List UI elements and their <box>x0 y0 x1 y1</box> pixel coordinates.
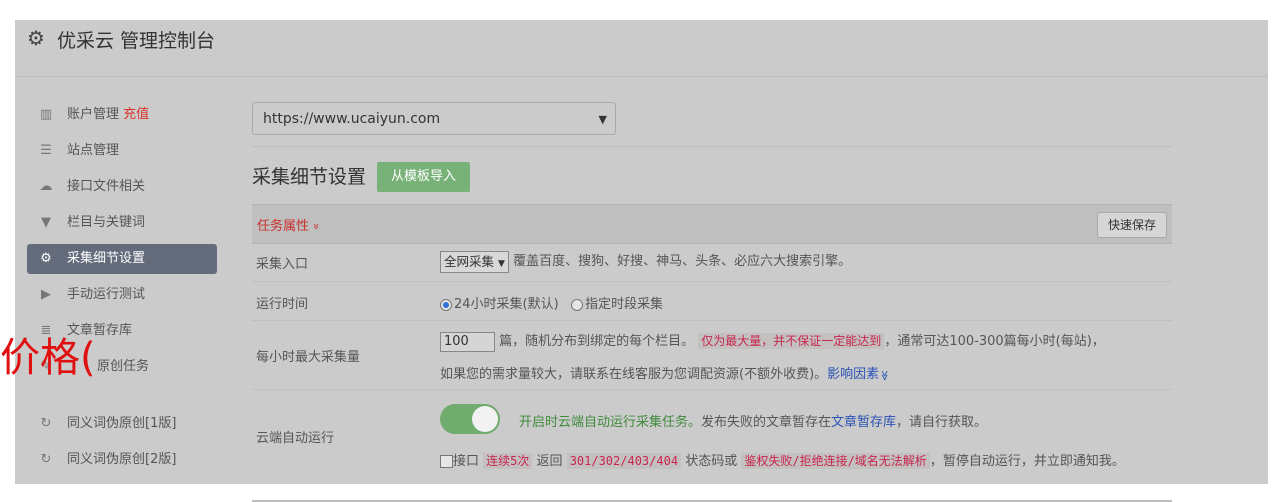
overlay-text: 价格( <box>0 335 96 381</box>
toggle-knob <box>472 406 498 432</box>
entry-select[interactable]: 全网采集 ▼ <box>440 250 509 273</box>
row-label: 每小时最大采集量 <box>256 350 361 365</box>
article-store-link[interactable]: 文章暂存库 <box>831 415 896 430</box>
sidebar-item-label: 同义词伪原创[2版] <box>67 452 177 467</box>
sidebar-item-label: 站点管理 <box>67 143 120 158</box>
cloud-upload-icon: ☁ <box>39 179 53 194</box>
filter-icon: ▼ <box>41 215 51 230</box>
toggle-track <box>440 404 500 434</box>
site-select-value: https://www.ucaiyun.com <box>263 111 441 127</box>
sidebar-item-sites[interactable]: ☰ 站点管理 <box>27 136 217 166</box>
sidebar-item-label: 接口文件相关 <box>67 179 146 194</box>
max-per-hour-input[interactable]: 100 <box>440 331 495 352</box>
site-select[interactable]: https://www.ucaiyun.com ▼ <box>252 102 616 135</box>
influence-factors-link[interactable]: 影响因素≫ <box>827 367 890 382</box>
radio-scheduled[interactable] <box>571 298 584 311</box>
sidebar-item-synonym-v2[interactable]: ↻ 同义词伪原创[2版] <box>27 445 217 475</box>
row-label: 采集入口 <box>256 257 309 272</box>
sidebar-item-label: 原创任务 <box>97 359 150 374</box>
bar-chart-icon: ▥ <box>39 107 53 122</box>
section-title: 采集细节设置 <box>252 166 367 188</box>
gear-icon: ⚙ <box>27 26 45 50</box>
row-run-time: 运行时间 24小时采集(默认) 指定时段采集 <box>252 282 1172 321</box>
dimmed-panel: ⚙ 优采云 管理控制台 ▥ 账户管理 充值 ☰ 站点管理 ☁ 接口文件相关 ▼ … <box>15 20 1268 502</box>
sidebar-item-columns-keywords[interactable]: ▼ 栏目与关键词 <box>27 208 217 238</box>
task-attributes-bar: 任务属性 » 快速保存 <box>252 204 1172 244</box>
sidebar-item-manual-run[interactable]: ▶ 手动运行测试 <box>27 280 217 310</box>
sidebar-item-label: 采集细节设置 <box>67 251 146 266</box>
quick-save-button[interactable]: 快速保存 <box>1097 212 1167 238</box>
entry-description: 覆盖百度、搜狗、好搜、神马、头条、必应六大搜索引擎。 <box>513 254 852 269</box>
divider <box>252 146 1172 147</box>
task-attributes-toggle[interactable]: 任务属性 » <box>257 215 324 234</box>
cloud-run-toggle[interactable] <box>440 404 500 434</box>
import-template-button[interactable]: 从模板导入 <box>377 162 470 192</box>
pause-on-error-checkbox[interactable] <box>440 455 453 468</box>
sidebar-item-interface-files[interactable]: ☁ 接口文件相关 <box>27 172 217 202</box>
radio-scheduled-label: 指定时段采集 <box>585 297 664 312</box>
sidebar-item-synonym-v1[interactable]: ↻ 同义词伪原创[1版] <box>27 409 217 439</box>
recharge-link[interactable]: 充值 <box>123 107 149 122</box>
sidebar-item-label: 手动运行测试 <box>67 287 146 302</box>
play-circle-icon: ▶ <box>41 287 51 302</box>
page: ⚙ 优采云 管理控制台 ▥ 账户管理 充值 ☰ 站点管理 ☁ 接口文件相关 ▼ … <box>0 0 1282 502</box>
row-entry: 采集入口 全网采集 ▼ 覆盖百度、搜狗、好搜、神马、头条、必应六大搜索引擎。 <box>252 243 1172 282</box>
chevron-down-icon: ▼ <box>498 258 505 269</box>
refresh-icon: ↻ <box>40 416 52 431</box>
page-title: 优采云 管理控制台 <box>57 30 216 52</box>
refresh-icon: ↻ <box>40 452 52 467</box>
scrollbar[interactable] <box>1268 20 1282 484</box>
sidebar-item-label: 账户管理 <box>67 107 120 122</box>
sidebar-item-collection-settings[interactable]: ⚙ 采集细节设置 <box>27 244 217 274</box>
gears-icon: ⚙ <box>40 251 52 266</box>
header: ⚙ 优采云 管理控制台 <box>15 20 1268 77</box>
radio-24h-label: 24小时采集(默认) <box>454 297 559 312</box>
sidebar-item-account[interactable]: ▥ 账户管理 充值 <box>27 100 217 130</box>
double-chevron-down-icon: ≫ <box>878 370 890 381</box>
row-label: 云端自动运行 <box>256 431 335 446</box>
row-label: 运行时间 <box>256 297 309 312</box>
chevron-down-icon: ▼ <box>598 113 607 126</box>
sidebar-item-label: 栏目与关键词 <box>67 215 146 230</box>
row-cloud-run: 云端自动运行 开启时云端自动运行采集任务。发布失败的文章暂存在文章暂存库，请自行… <box>252 390 1172 476</box>
cloud-run-on-text: 开启时云端自动运行采集任务。 <box>519 415 702 430</box>
radio-24h[interactable] <box>440 298 452 311</box>
server-icon: ☰ <box>40 143 52 158</box>
row-max-per-hour: 每小时最大采集量 100 篇，随机分布到绑定的每个栏目。 仅为最大量，并不保证一… <box>252 321 1172 390</box>
chevron-down-icon: » <box>310 223 324 230</box>
sidebar-item-label: 同义词伪原创[1版] <box>67 416 177 431</box>
max-warning: 仅为最大量，并不保证一定能达到 <box>698 333 885 349</box>
